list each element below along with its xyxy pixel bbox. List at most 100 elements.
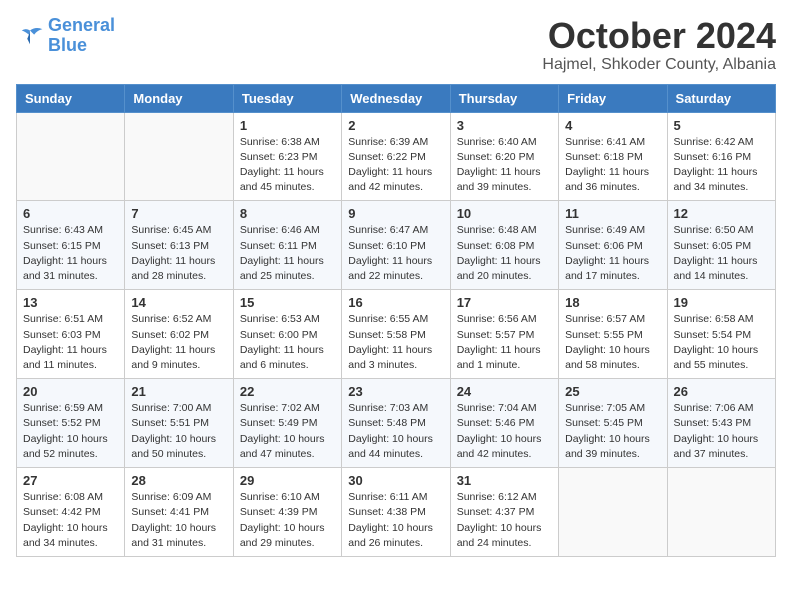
day-number: 6 [23, 206, 118, 221]
day-number: 19 [674, 295, 769, 310]
calendar-cell: 27Sunrise: 6:08 AMSunset: 4:42 PMDayligh… [17, 468, 125, 557]
weekday-header-row: SundayMondayTuesdayWednesdayThursdayFrid… [17, 84, 776, 112]
day-number: 5 [674, 118, 769, 133]
day-number: 11 [565, 206, 660, 221]
calendar-cell: 19 Sunrise: 6:58 AMSunset: 5:54 PMDayligh… [667, 290, 775, 379]
day-info: Sunrise: 6:39 AMSunset: 6:22 PMDaylight:… [348, 135, 443, 196]
day-number: 12 [674, 206, 769, 221]
calendar-cell: 24 Sunrise: 7:04 AMSunset: 5:46 PMDayligh… [450, 379, 558, 468]
day-number: 26 [674, 384, 769, 399]
day-info: Sunrise: 6:52 AMSunset: 6:02 PMDaylight:… [131, 312, 226, 373]
day-number: 17 [457, 295, 552, 310]
calendar-cell: 12 Sunrise: 6:50 AMSunset: 6:05 PMDayligh… [667, 201, 775, 290]
day-number: 14 [131, 295, 226, 310]
day-number: 23 [348, 384, 443, 399]
day-number: 21 [131, 384, 226, 399]
calendar-cell: 23Sunrise: 7:03 AMSunset: 5:48 PMDayligh… [342, 379, 450, 468]
calendar-cell: 9 Sunrise: 6:47 AMSunset: 6:10 PMDaylight… [342, 201, 450, 290]
day-number: 24 [457, 384, 552, 399]
weekday-header-monday: Monday [125, 84, 233, 112]
calendar-cell: 21 Sunrise: 7:00 AMSunset: 5:51 PMDayligh… [125, 379, 233, 468]
calendar-cell: 20Sunrise: 6:59 AMSunset: 5:52 PMDayligh… [17, 379, 125, 468]
month-title: October 2024 [542, 16, 776, 56]
weekday-header-friday: Friday [559, 84, 667, 112]
calendar-cell: 31Sunrise: 6:12 AMSunset: 4:37 PMDayligh… [450, 468, 558, 557]
calendar-cell: 25 Sunrise: 7:05 AMSunset: 5:45 PMDayligh… [559, 379, 667, 468]
calendar-cell: 29 Sunrise: 6:10 AMSunset: 4:39 PMDayligh… [233, 468, 341, 557]
calendar-cell: 15 Sunrise: 6:53 AMSunset: 6:00 PMDayligh… [233, 290, 341, 379]
day-info: Sunrise: 6:58 AMSunset: 5:54 PMDaylight:… [674, 312, 769, 373]
day-info: Sunrise: 7:00 AMSunset: 5:51 PMDaylight:… [131, 401, 226, 462]
day-info: Sunrise: 6:42 AMSunset: 6:16 PMDaylight:… [674, 135, 769, 196]
day-number: 4 [565, 118, 660, 133]
calendar-cell: 16Sunrise: 6:55 AMSunset: 5:58 PMDayligh… [342, 290, 450, 379]
day-number: 30 [348, 473, 443, 488]
day-info: Sunrise: 6:46 AMSunset: 6:11 PMDaylight:… [240, 223, 335, 284]
day-number: 1 [240, 118, 335, 133]
day-number: 25 [565, 384, 660, 399]
calendar-cell: 8 Sunrise: 6:46 AMSunset: 6:11 PMDaylight… [233, 201, 341, 290]
day-number: 16 [348, 295, 443, 310]
day-number: 3 [457, 118, 552, 133]
day-info: Sunrise: 7:04 AMSunset: 5:46 PMDaylight:… [457, 401, 552, 462]
location-title: Hajmel, Shkoder County, Albania [542, 56, 776, 74]
day-number: 7 [131, 206, 226, 221]
calendar-cell [559, 468, 667, 557]
day-number: 29 [240, 473, 335, 488]
day-info: Sunrise: 6:47 AMSunset: 6:10 PMDaylight:… [348, 223, 443, 284]
calendar-cell: 10 Sunrise: 6:48 AMSunset: 6:08 PMDayligh… [450, 201, 558, 290]
day-number: 22 [240, 384, 335, 399]
day-number: 2 [348, 118, 443, 133]
calendar-cell: 28Sunrise: 6:09 AMSunset: 4:41 PMDayligh… [125, 468, 233, 557]
day-info: Sunrise: 6:11 AMSunset: 4:38 PMDaylight:… [348, 490, 443, 551]
day-info: Sunrise: 7:06 AMSunset: 5:43 PMDaylight:… [674, 401, 769, 462]
day-info: Sunrise: 6:56 AMSunset: 5:57 PMDaylight:… [457, 312, 552, 373]
calendar-cell: 14 Sunrise: 6:52 AMSunset: 6:02 PMDayligh… [125, 290, 233, 379]
day-info: Sunrise: 6:40 AMSunset: 6:20 PMDaylight:… [457, 135, 552, 196]
calendar-cell: 18Sunrise: 6:57 AMSunset: 5:55 PMDayligh… [559, 290, 667, 379]
calendar-cell: 30 Sunrise: 6:11 AMSunset: 4:38 PMDayligh… [342, 468, 450, 557]
calendar-cell [125, 112, 233, 201]
calendar-cell: 2 Sunrise: 6:39 AMSunset: 6:22 PMDaylight… [342, 112, 450, 201]
title-block: October 2024 Hajmel, Shkoder County, Alb… [542, 16, 776, 74]
day-number: 8 [240, 206, 335, 221]
day-info: Sunrise: 6:10 AMSunset: 4:39 PMDaylight:… [240, 490, 335, 551]
calendar-cell: 26 Sunrise: 7:06 AMSunset: 5:43 PMDayligh… [667, 379, 775, 468]
logo: General Blue [16, 16, 115, 56]
weekday-header-sunday: Sunday [17, 84, 125, 112]
day-number: 13 [23, 295, 118, 310]
calendar-week-3: 13 Sunrise: 6:51 AMSunset: 6:03 PMDayligh… [17, 290, 776, 379]
day-info: Sunrise: 6:50 AMSunset: 6:05 PMDaylight:… [674, 223, 769, 284]
page-header: General Blue October 2024 Hajmel, Shkode… [16, 16, 776, 74]
logo-bird-icon [16, 25, 44, 47]
weekday-header-saturday: Saturday [667, 84, 775, 112]
day-info: Sunrise: 6:51 AMSunset: 6:03 PMDaylight:… [23, 312, 118, 373]
day-number: 15 [240, 295, 335, 310]
calendar-cell [17, 112, 125, 201]
calendar-cell: 22 Sunrise: 7:02 AMSunset: 5:49 PMDayligh… [233, 379, 341, 468]
calendar-table: SundayMondayTuesdayWednesdayThursdayFrid… [16, 84, 776, 557]
day-info: Sunrise: 6:53 AMSunset: 6:00 PMDaylight:… [240, 312, 335, 373]
logo-text: General Blue [48, 16, 115, 56]
day-number: 10 [457, 206, 552, 221]
calendar-week-1: 1Sunrise: 6:38 AMSunset: 6:23 PMDaylight… [17, 112, 776, 201]
calendar-week-4: 20Sunrise: 6:59 AMSunset: 5:52 PMDayligh… [17, 379, 776, 468]
day-info: Sunrise: 6:43 AMSunset: 6:15 PMDaylight:… [23, 223, 118, 284]
day-info: Sunrise: 6:41 AMSunset: 6:18 PMDaylight:… [565, 135, 660, 196]
weekday-header-tuesday: Tuesday [233, 84, 341, 112]
day-number: 9 [348, 206, 443, 221]
day-number: 27 [23, 473, 118, 488]
weekday-header-wednesday: Wednesday [342, 84, 450, 112]
calendar-cell: 5 Sunrise: 6:42 AMSunset: 6:16 PMDaylight… [667, 112, 775, 201]
day-info: Sunrise: 6:48 AMSunset: 6:08 PMDaylight:… [457, 223, 552, 284]
calendar-cell: 6 Sunrise: 6:43 AMSunset: 6:15 PMDaylight… [17, 201, 125, 290]
day-info: Sunrise: 7:02 AMSunset: 5:49 PMDaylight:… [240, 401, 335, 462]
day-info: Sunrise: 6:12 AMSunset: 4:37 PMDaylight:… [457, 490, 552, 551]
day-info: Sunrise: 7:05 AMSunset: 5:45 PMDaylight:… [565, 401, 660, 462]
calendar-week-2: 6 Sunrise: 6:43 AMSunset: 6:15 PMDaylight… [17, 201, 776, 290]
day-number: 28 [131, 473, 226, 488]
calendar-cell: 3 Sunrise: 6:40 AMSunset: 6:20 PMDaylight… [450, 112, 558, 201]
day-info: Sunrise: 6:49 AMSunset: 6:06 PMDaylight:… [565, 223, 660, 284]
calendar-cell: 13 Sunrise: 6:51 AMSunset: 6:03 PMDayligh… [17, 290, 125, 379]
day-info: Sunrise: 6:59 AMSunset: 5:52 PMDaylight:… [23, 401, 118, 462]
